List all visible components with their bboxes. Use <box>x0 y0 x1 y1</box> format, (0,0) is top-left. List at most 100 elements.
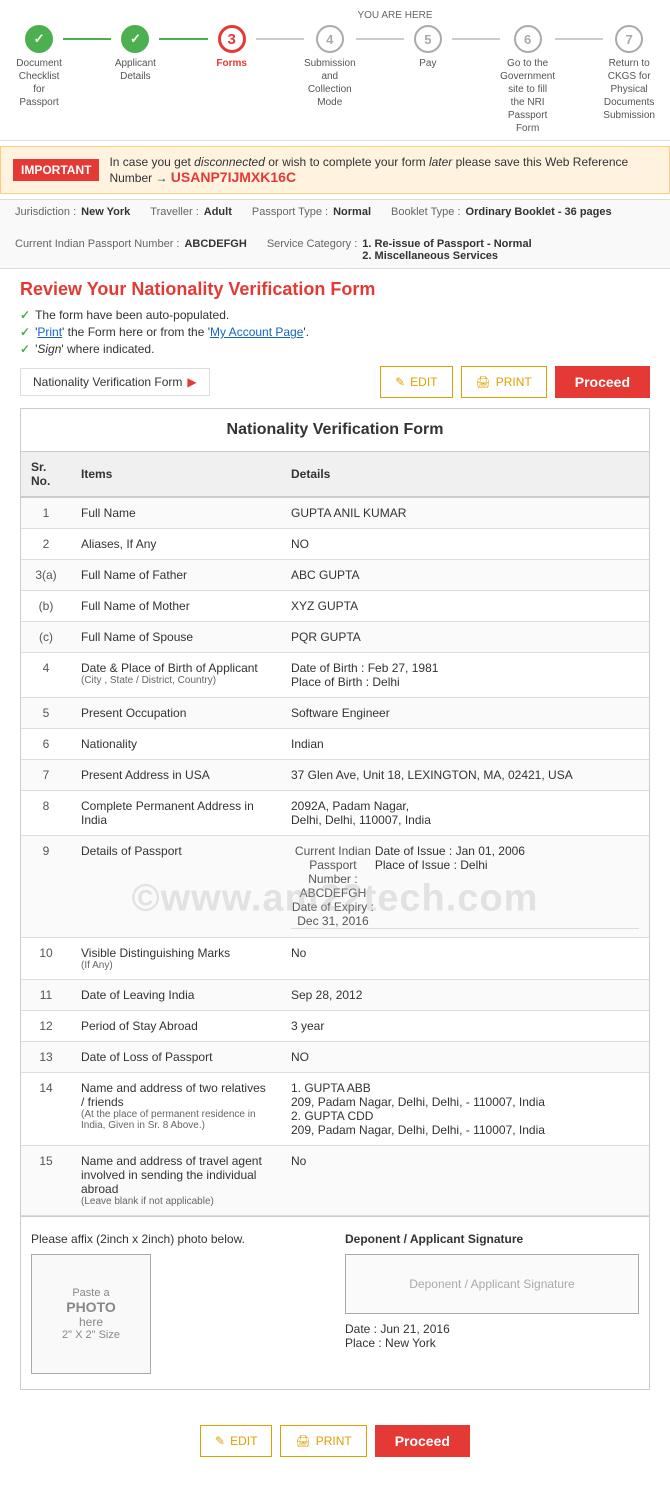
checklist: ✓ The form have been auto-populated. ✓ '… <box>20 308 650 356</box>
table-row: 4Date & Place of Birth of Applicant(City… <box>21 653 649 698</box>
row-item: Period of Stay Abroad <box>71 1011 281 1042</box>
row-item: Name and address of travel agent involve… <box>71 1146 281 1216</box>
table-row: 11Date of Leaving IndiaSep 28, 2012 <box>21 980 649 1011</box>
important-text: In case you get disconnected or wish to … <box>109 155 657 185</box>
you-are-here-label: YOU ARE HERE <box>65 10 670 21</box>
service-label: Service Category : <box>267 238 357 262</box>
print-icon: 🖨 <box>476 375 491 389</box>
row-sr: 3(a) <box>21 560 71 591</box>
main-content: Review Your Nationality Verification For… <box>0 269 670 1487</box>
service-value: 1. Re-issue of Passport - Normal 2. Misc… <box>362 238 531 262</box>
step-5: 5 Pay <box>404 25 452 70</box>
proceed-button-top[interactable]: Proceed <box>555 366 650 398</box>
table-row: 15Name and address of travel agent invol… <box>21 1146 649 1216</box>
row-detail: No <box>281 938 649 980</box>
current-pp-value: ABCDEFGH <box>184 238 246 262</box>
print-button-top[interactable]: 🖨 PRINT <box>461 366 547 398</box>
action-buttons-top: ✎ EDIT 🖨 PRINT Proceed <box>380 366 650 398</box>
sig-place: Place : New York <box>345 1336 639 1350</box>
row-detail: ABC GUPTA <box>281 560 649 591</box>
row-detail: NO <box>281 529 649 560</box>
print-icon-bottom: 🖨 <box>295 1434 310 1448</box>
traveller-info: Traveller : Adult <box>150 206 232 218</box>
connector-4-5 <box>356 38 404 40</box>
steps-container: ✓ Document Checklist for Passport ✓ Appl… <box>5 25 665 135</box>
step-5-circle: 5 <box>414 25 442 53</box>
step-1-label: Document Checklist for Passport <box>15 57 63 109</box>
passport-value: Normal <box>333 206 371 218</box>
step-6-label: Go to the Government site to fill the NR… <box>500 57 555 135</box>
form-tab[interactable]: Nationality Verification Form ▶ <box>20 368 210 396</box>
step-3-circle: 3 <box>218 25 246 53</box>
my-account-link[interactable]: Print <box>37 325 62 339</box>
sig-section: Deponent / Applicant Signature Deponent … <box>345 1232 639 1374</box>
row-detail: Indian <box>281 729 649 760</box>
table-row: 10Visible Distinguishing Marks(If Any)No <box>21 938 649 980</box>
proceed-button-bottom[interactable]: Proceed <box>375 1425 470 1457</box>
row-item: Nationality <box>71 729 281 760</box>
size-text: 2" X 2" Size <box>62 1329 120 1341</box>
page-title-highlight: Nationality Verification Form <box>131 279 375 299</box>
row-sr: 2 <box>21 529 71 560</box>
table-row: 5Present OccupationSoftware Engineer <box>21 698 649 729</box>
row-sr: 7 <box>21 760 71 791</box>
row-detail: GUPTA ANIL KUMAR <box>281 497 649 529</box>
sig-box: Deponent / Applicant Signature <box>345 1254 639 1314</box>
row-item: Visible Distinguishing Marks(If Any) <box>71 938 281 980</box>
current-pp-label: Current Indian Passport Number : <box>15 238 179 262</box>
edit-icon-bottom: ✎ <box>215 1434 225 1448</box>
row-detail: 2092A, Padam Nagar,Delhi, Delhi, 110007,… <box>281 791 649 836</box>
connector-6-7 <box>555 38 603 40</box>
current-pp-info: Current Indian Passport Number : ABCDEFG… <box>15 238 247 262</box>
col-details: Details <box>281 452 649 497</box>
row-detail: 1. GUPTA ABB209, Padam Nagar, Delhi, Del… <box>281 1073 649 1146</box>
row-item: Name and address of two relatives / frie… <box>71 1073 281 1146</box>
row-detail: NO <box>281 1042 649 1073</box>
table-row: 9Details of PassportCurrent Indian Passp… <box>21 836 649 938</box>
my-account-page-link[interactable]: My Account Page <box>210 325 303 339</box>
date-value: Jun 21, 2016 <box>380 1322 449 1336</box>
row-item: Aliases, If Any <box>71 529 281 560</box>
traveller-value: Adult <box>204 206 232 218</box>
row-detail: Current Indian PassportNumber : ABCDEFGH… <box>281 836 649 938</box>
print-button-bottom[interactable]: 🖨 PRINT <box>280 1425 366 1457</box>
place-label: Place : <box>345 1336 382 1350</box>
row-sr: (b) <box>21 591 71 622</box>
row-detail: No <box>281 1146 649 1216</box>
table-row: 8Complete Permanent Address in India2092… <box>21 791 649 836</box>
edit-button-bottom[interactable]: ✎ EDIT <box>200 1425 272 1457</box>
check-icon-2: ✓ <box>20 325 30 339</box>
row-sr: 6 <box>21 729 71 760</box>
important-badge: IMPORTANT <box>13 159 99 181</box>
table-row: 7Present Address in USA37 Glen Ave, Unit… <box>21 760 649 791</box>
form-title: Nationality Verification Form <box>21 409 649 452</box>
jurisdiction-label: Jurisdiction : <box>15 206 76 218</box>
bottom-buttons: ✎ EDIT 🖨 PRINT Proceed <box>20 1410 650 1477</box>
photo-sig-section: Please affix (2inch x 2inch) photo below… <box>21 1216 649 1389</box>
row-sr: 10 <box>21 938 71 980</box>
ref-number: USANP7IJMXK16C <box>171 169 296 185</box>
form-table: Sr. No. Items Details 1Full NameGUPTA AN… <box>21 452 649 1216</box>
row-sr: 4 <box>21 653 71 698</box>
row-item: Present Occupation <box>71 698 281 729</box>
row-item: Full Name <box>71 497 281 529</box>
row-detail: 37 Glen Ave, Unit 18, LEXINGTON, MA, 024… <box>281 760 649 791</box>
edit-button-top[interactable]: ✎ EDIT <box>380 366 452 398</box>
table-header-row: Sr. No. Items Details <box>21 452 649 497</box>
progress-bar: YOU ARE HERE ✓ Document Checklist for Pa… <box>0 0 670 141</box>
photo-label: Please affix (2inch x 2inch) photo below… <box>31 1232 325 1246</box>
booklet-label: Booklet Type : <box>391 206 461 218</box>
row-sr: 12 <box>21 1011 71 1042</box>
form-nav-top: Nationality Verification Form ▶ ✎ EDIT 🖨… <box>20 366 650 398</box>
photo-section: Please affix (2inch x 2inch) photo below… <box>31 1232 325 1374</box>
connector-5-6 <box>452 38 500 40</box>
step-7-label: Return to CKGS for Physical Documents Su… <box>603 57 655 122</box>
table-row: 14Name and address of two relatives / fr… <box>21 1073 649 1146</box>
table-row: 13Date of Loss of PassportNO <box>21 1042 649 1073</box>
row-sr: 11 <box>21 980 71 1011</box>
traveller-label: Traveller : <box>150 206 199 218</box>
sig-date: Date : Jun 21, 2016 <box>345 1322 639 1336</box>
table-row: (b)Full Name of MotherXYZ GUPTA <box>21 591 649 622</box>
table-row: 2Aliases, If AnyNO <box>21 529 649 560</box>
important-banner: IMPORTANT In case you get disconnected o… <box>0 146 670 194</box>
